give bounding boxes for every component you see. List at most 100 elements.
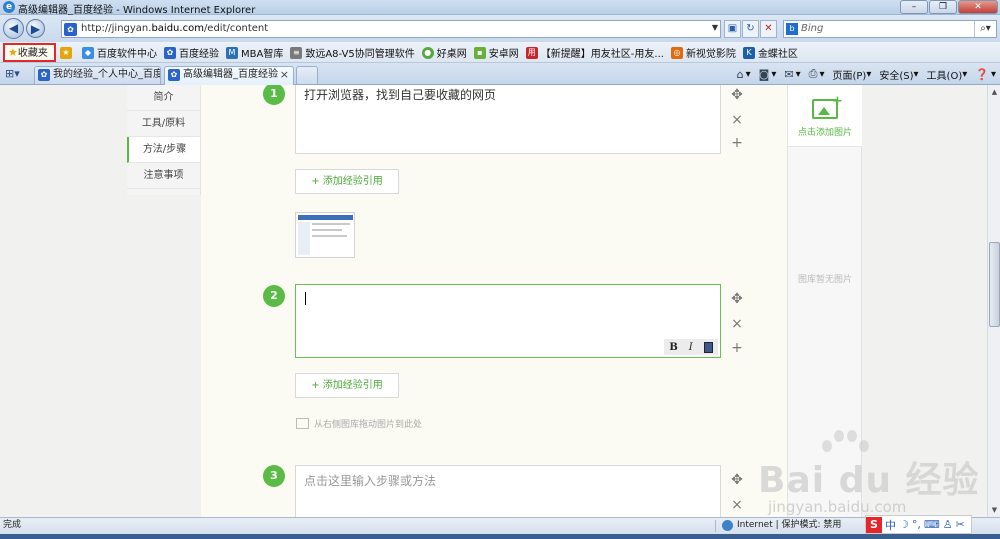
fav-item-baidu-soft[interactable]: ◆ 百度软件中心 [82,45,157,60]
site-icon: 用 [525,46,538,59]
drag-handle-icon[interactable]: ✥ [730,88,744,102]
ime-punct-icon[interactable]: °, [912,518,921,531]
gallery-empty-text: 图库暂无图片 [797,275,852,285]
add-reference-button[interactable]: + 添加经验引用 [295,169,399,194]
vertical-scrollbar[interactable]: ▲ ▼ [987,85,1000,517]
star-icon: ★ [8,46,18,59]
maximize-button[interactable]: ❐ [929,0,957,14]
image-drop-zone[interactable]: 从右侧图库拖动图片到此处 [296,417,422,430]
step-text-box[interactable]: 点击这里输入步骤或方法 [295,465,721,517]
status-bar: 完成 Internet | 保护模式: 禁用 [0,517,1000,534]
home-icon[interactable]: ⌂ ▾ [737,68,751,81]
step-number: 3 [263,465,285,487]
compat-view-icon[interactable]: ▣ [724,20,741,38]
command-bar: ⌂ ▾ ◙ ▾ ✉ ▾ ⎙ ▾ 页面(P) ▾ 安全(S) ▾ 工具(O) ▾ ❓ ▾ [729,66,996,82]
italic-button[interactable]: I [689,342,693,353]
feeds-icon[interactable]: ◙ ▾ [759,68,777,81]
step-text-box[interactable]: 打开浏览器，找到自己要收藏的网页 [295,85,721,154]
text-caret [305,292,306,305]
baidu-paw-icon: ✿ [64,23,77,36]
address-bar[interactable]: ✿ http://jingyan.baidu.com/edit/content … [61,20,721,38]
step-placeholder[interactable]: 点击这里输入步骤或方法 [304,472,436,489]
fav-item-yonyou[interactable]: 用【新提醒】用友社区-用友... [525,45,664,60]
fav-item-baidu-jingyan[interactable]: ✿ 百度经验 [164,45,219,60]
tab-my-jingyan[interactable]: ✿ 我的经验_个人中心_百度... [34,66,161,84]
plus-icon: + [832,94,843,109]
menu-page[interactable]: 页面(P) ▾ [832,67,871,82]
globe-icon [722,520,733,531]
delete-step-icon[interactable]: × [730,498,744,512]
section-nav-intro[interactable]: 简介 [127,85,200,111]
close-button[interactable]: ✕ [958,0,998,14]
section-nav: 简介 工具/原料 方法/步骤 注意事项 [127,85,201,195]
fav-item-seeyon[interactable]: ≡ 致远A8-V5协同管理软件 [290,45,415,60]
mba-icon: M [226,46,238,59]
ime-toolbar[interactable]: S 中 ☽ °, ⌨ ♙ ✂ [865,515,972,534]
step-number: 2 [263,285,285,307]
baidu-paw-icon: ✿ [38,69,50,81]
favorites-list: ★ ◆ 百度软件中心 ✿ 百度经验 M MBA智库 ≡ 致远A8-V5协同管理软件 ● 好… [60,42,805,63]
security-zone[interactable]: Internet | 保护模式: 禁用 [722,518,841,533]
print-icon[interactable]: ⎙ ▾ [809,67,825,81]
mail-icon[interactable]: ✉ ▾ [784,68,800,81]
sogou-icon: S [866,516,882,533]
address-dropdown-icon[interactable]: ▼ [712,23,718,32]
ime-user-icon[interactable]: ♙ [943,518,953,531]
search-box[interactable]: b Bing ⌕▾ [783,20,997,38]
scroll-up-icon[interactable]: ▲ [989,86,1000,98]
add-step-icon[interactable]: + [730,136,744,150]
section-nav-steps[interactable]: 方法/步骤 [127,137,200,163]
ime-tools-icon[interactable]: ✂ [956,518,965,531]
scroll-thumb[interactable] [989,242,1000,327]
scroll-down-icon[interactable]: ▼ [989,504,1000,516]
section-nav-notes[interactable]: 注意事项 [127,163,200,189]
add-reference-button[interactable]: + 添加经验引用 [295,373,399,398]
delete-step-icon[interactable]: × [730,113,744,127]
step-image-thumbnail[interactable] [295,212,355,258]
add-favorite-icon[interactable]: ★ [60,46,75,59]
stop-icon[interactable]: ✕ [760,20,777,38]
ime-moon-icon[interactable]: ☽ [899,518,909,531]
tab-close-icon[interactable]: × [280,67,289,83]
step-number: 1 [263,85,285,105]
favorites-button[interactable]: ★收藏夹 [3,43,56,62]
baidu-paw-icon: ✿ [168,69,180,81]
windows-taskbar [0,534,1000,539]
keyboard-icon[interactable]: ⌨ [924,518,940,531]
quick-tabs-icon[interactable]: ⊞▾ [5,67,31,81]
fav-item-mba[interactable]: M MBA智库 [226,45,283,60]
navigation-bar: ◀ ▶ ✿ http://jingyan.baidu.com/edit/cont… [0,15,1000,42]
tab-editor[interactable]: ✿ 高级编辑器_百度经验 × [164,66,294,85]
drag-handle-icon[interactable]: ✥ [730,292,744,306]
add-image-button[interactable]: + 点击添加图片 [788,85,862,147]
address-url[interactable]: http://jingyan.baidu.com/edit/content [81,23,268,34]
step-text[interactable]: 打开浏览器，找到自己要收藏的网页 [304,86,496,103]
section-nav-tools[interactable]: 工具/原料 [127,111,200,137]
fav-item-kingdee[interactable]: K 金蝶社区 [742,45,798,60]
site-icon: ● [421,46,434,59]
search-input[interactable]: Bing [801,23,823,34]
fav-item-haozhuo[interactable]: ● 好桌网 [421,45,467,60]
delete-step-icon[interactable]: × [730,317,744,331]
search-icon[interactable]: ⌕▾ [974,21,996,37]
forward-button[interactable]: ▶ [26,19,45,38]
baidu-paw-icon: ✿ [164,46,176,59]
new-tab-button[interactable] [296,66,318,84]
minimize-button[interactable]: – [900,0,928,14]
format-toolbar: B I [664,339,718,355]
fav-item-xinshijue[interactable]: ◎ 新视觉影院 [670,45,736,60]
step-text-box[interactable]: B I [295,284,721,358]
add-step-icon[interactable]: + [730,341,744,355]
help-icon[interactable]: ❓ ▾ [975,68,996,81]
ime-chinese-icon[interactable]: 中 [885,517,896,533]
kingdee-icon: K [742,46,755,59]
bold-button[interactable]: B [669,342,677,353]
image-icon [296,418,309,429]
refresh-icon[interactable]: ↻ [742,20,759,38]
menu-tools[interactable]: 工具(O) ▾ [927,67,968,82]
menu-safety[interactable]: 安全(S) ▾ [879,67,918,82]
back-button[interactable]: ◀ [3,18,24,39]
fav-item-anzhuo[interactable]: ▪ 安卓网 [473,45,519,60]
insert-image-icon[interactable] [703,341,713,353]
drag-handle-icon[interactable]: ✥ [730,473,744,487]
